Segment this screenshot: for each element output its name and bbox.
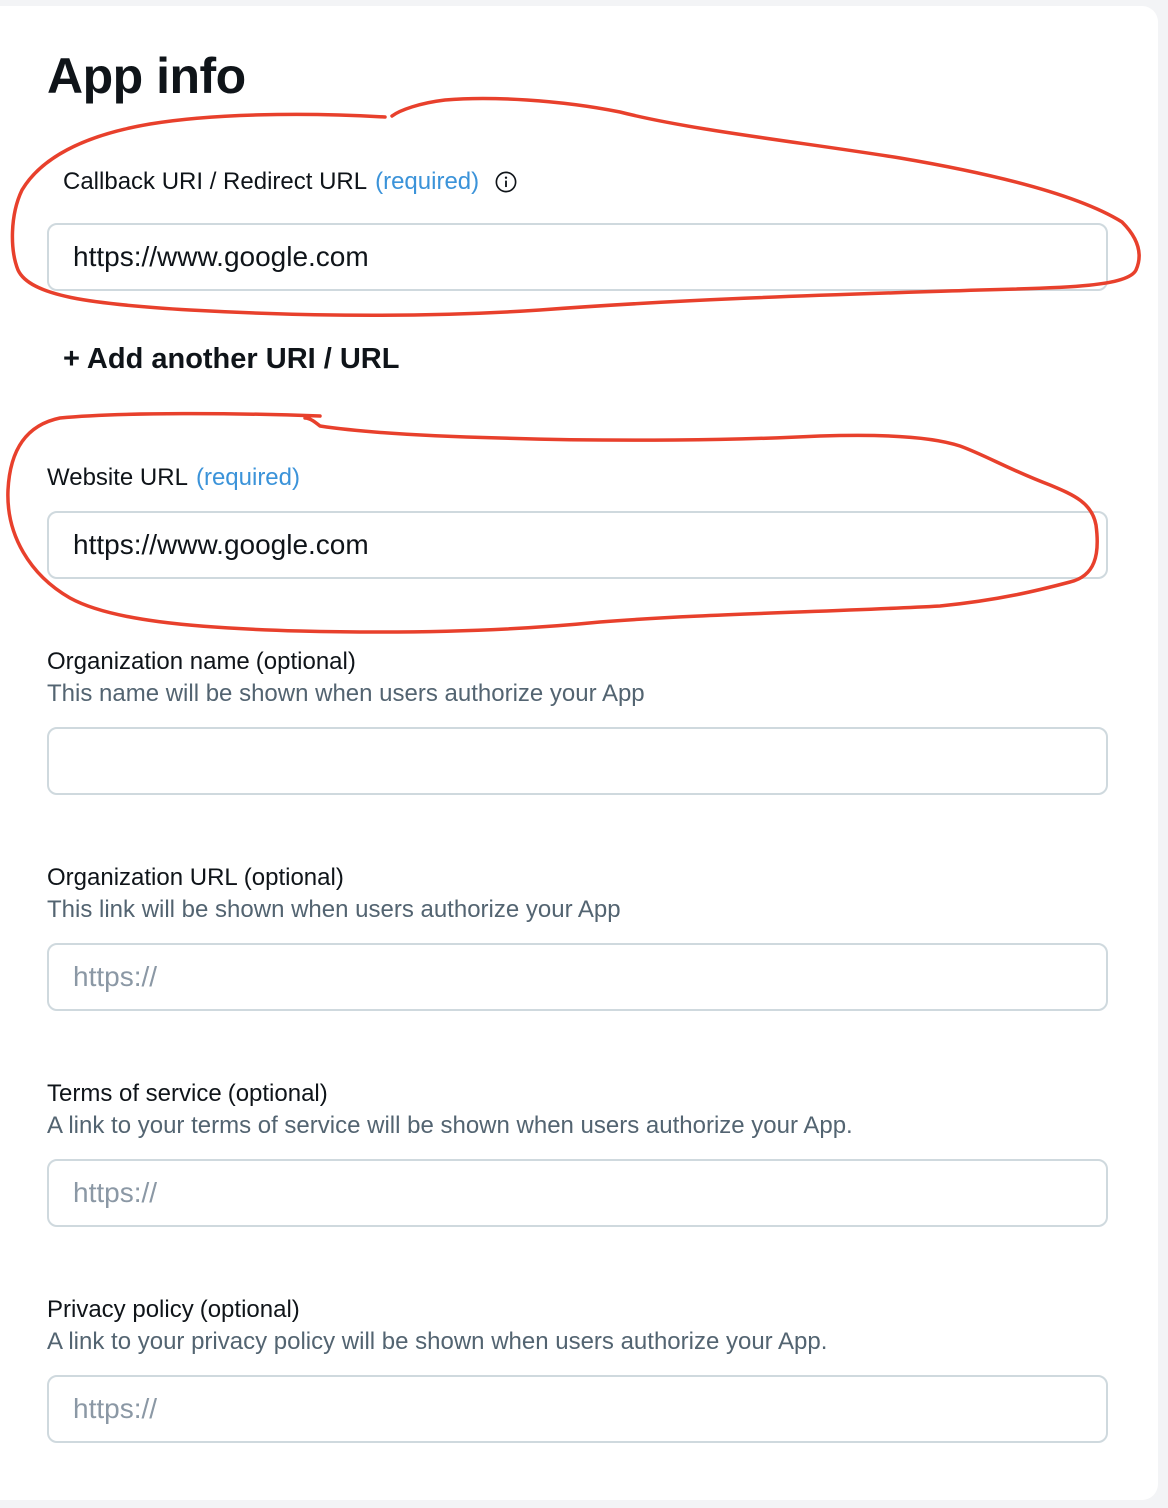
callback-required-tag: (required) [375,168,480,195]
org-name-input[interactable] [49,729,1106,793]
org-url-field[interactable] [47,943,1108,1011]
privacy-optional-tag: (optional) [199,1296,300,1323]
privacy-url-field[interactable] [47,1375,1108,1443]
website-required-tag: (required) [195,464,300,491]
website-label: Website URL [47,464,188,491]
add-another-uri-button[interactable]: + Add another URI / URL [63,343,399,376]
page-title: App info [47,48,246,104]
org-url-label-row: Organization URL (optional) [47,862,344,894]
terms-url-field[interactable] [47,1159,1108,1227]
callback-url-input[interactable] [49,225,1106,289]
org-name-optional-tag: (optional) [255,648,356,675]
privacy-label-row: Privacy policy (optional) [47,1294,300,1326]
org-name-label: Organization name [47,648,250,675]
website-url-field[interactable] [47,511,1108,579]
org-url-label: Organization URL [47,864,238,891]
org-name-hint: This name will be shown when users autho… [47,680,645,707]
info-icon[interactable] [495,171,517,193]
org-name-field[interactable] [47,727,1108,795]
privacy-url-input[interactable] [49,1377,1106,1441]
privacy-hint: A link to your privacy policy will be sh… [47,1328,828,1355]
website-label-row: Website URL (required) [47,462,300,494]
privacy-label: Privacy policy [47,1296,194,1323]
terms-url-input[interactable] [49,1161,1106,1225]
org-name-label-row: Organization name (optional) [47,646,356,678]
terms-label: Terms of service [47,1080,222,1107]
website-url-input[interactable] [49,513,1106,577]
org-url-hint: This link will be shown when users autho… [47,896,621,923]
terms-optional-tag: (optional) [227,1080,328,1107]
org-url-input[interactable] [49,945,1106,1009]
terms-hint: A link to your terms of service will be … [47,1112,853,1139]
callback-label: Callback URI / Redirect URL [63,168,368,195]
callback-url-field[interactable] [47,223,1108,291]
org-url-optional-tag: (optional) [243,864,344,891]
terms-label-row: Terms of service (optional) [47,1078,328,1110]
callback-label-row: Callback URI / Redirect URL (required) [63,166,517,198]
